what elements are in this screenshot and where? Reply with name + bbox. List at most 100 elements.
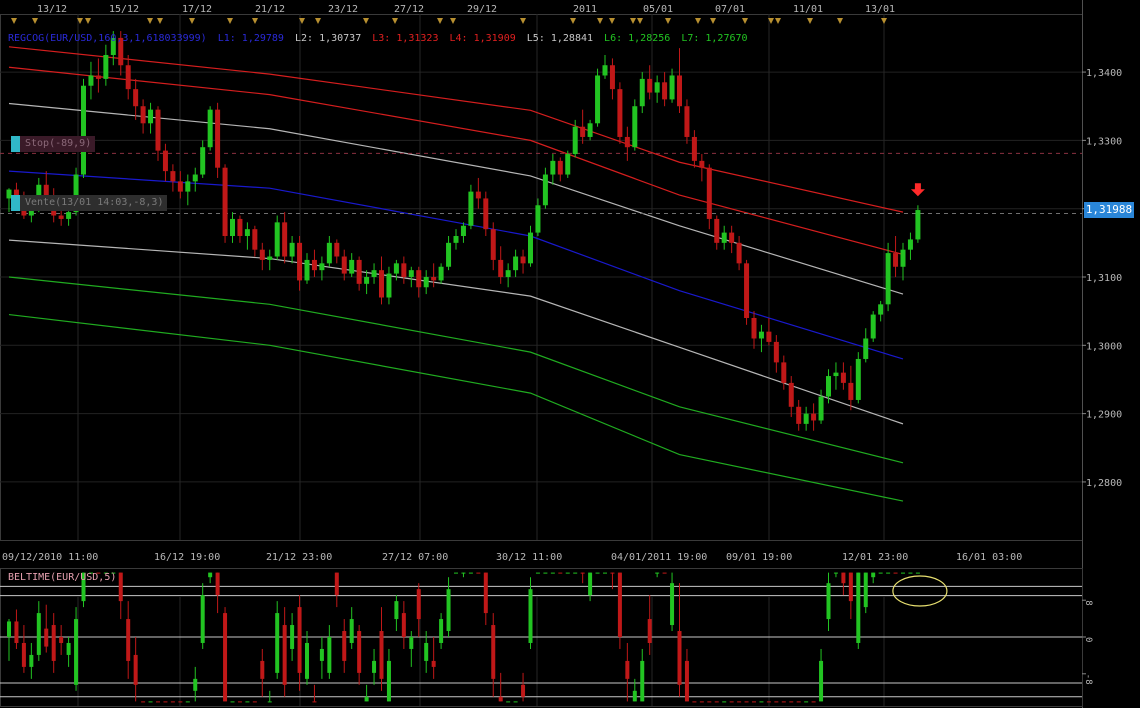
candle-bull bbox=[915, 210, 921, 240]
candle-bull bbox=[863, 338, 869, 359]
indicator-bar-bull bbox=[424, 642, 429, 661]
candle-bull bbox=[438, 266, 444, 281]
indicator-bar-bear bbox=[483, 572, 488, 614]
session-marker-icon bbox=[252, 18, 258, 24]
indicator-bar-bull bbox=[603, 572, 607, 574]
indicator-bar-bear bbox=[707, 701, 712, 703]
candle-bear bbox=[43, 184, 49, 196]
indicator-bar-bull bbox=[468, 572, 473, 574]
last-price-badge: 1,31988 bbox=[1084, 201, 1134, 218]
indicator-tick-label: -8 bbox=[1083, 674, 1093, 685]
indicator-bar-bull bbox=[66, 642, 71, 655]
indicator-bar-bull bbox=[267, 701, 272, 703]
indicator-bar-bear bbox=[118, 572, 123, 602]
candle-bear bbox=[699, 160, 705, 168]
candle-bull bbox=[513, 256, 519, 271]
indicator-bar-bear bbox=[811, 701, 816, 703]
candle-bear bbox=[684, 106, 690, 137]
indicator-bar-bear bbox=[223, 613, 228, 702]
candle-bear bbox=[133, 89, 139, 107]
candle-bear bbox=[490, 229, 496, 260]
candle-bull bbox=[833, 372, 839, 377]
candle-bull bbox=[878, 304, 884, 315]
candle-bear bbox=[140, 106, 146, 124]
candle-bull bbox=[565, 154, 571, 175]
indicator-bar-bull bbox=[863, 572, 868, 608]
indicator-bar-bear bbox=[379, 631, 384, 679]
session-marker-icon bbox=[227, 18, 233, 24]
candle-bear bbox=[125, 65, 131, 90]
indicator-title: BELTIME(EUR/USD,5) bbox=[8, 572, 117, 583]
candle-bull bbox=[826, 376, 831, 397]
candle-bear bbox=[691, 136, 697, 161]
indicator-bar-bear bbox=[491, 625, 496, 679]
top-axis-label: 05/01 bbox=[643, 4, 673, 15]
indicator-bar-bear bbox=[617, 572, 622, 637]
indicator-bar-bear bbox=[848, 572, 853, 602]
legend-l3: L3: 1,31323 bbox=[372, 33, 439, 44]
candle-bull bbox=[81, 85, 86, 175]
indicator-bar-bull bbox=[7, 621, 11, 637]
top-axis-label: 27/12 bbox=[394, 4, 424, 15]
indicator-bar-bull bbox=[245, 701, 250, 703]
candle-bull bbox=[326, 242, 332, 264]
candle-bull bbox=[446, 242, 452, 267]
indicator-bar-bear bbox=[498, 696, 503, 702]
indicator-bar-bear bbox=[357, 631, 362, 673]
indicator-bar-bear bbox=[141, 701, 146, 703]
candle-bull bbox=[88, 75, 94, 86]
indicator-bar-bear bbox=[737, 701, 742, 703]
candle-bull bbox=[289, 242, 295, 257]
candle-bull bbox=[386, 273, 392, 298]
indicator-bar-bear bbox=[163, 701, 168, 703]
indicator-bar-bull bbox=[915, 572, 920, 574]
candle-bear bbox=[662, 82, 668, 100]
candle-bear bbox=[617, 89, 623, 137]
indicator-bar-bear bbox=[252, 701, 257, 703]
candle-bull bbox=[453, 236, 459, 243]
session-marker-icon bbox=[710, 18, 716, 24]
indicator-bar-bear bbox=[580, 572, 585, 574]
chart-canvas[interactable]: 13/12 15/12 17/12 21/12 23/12 27/12 29/12 2011 0… bbox=[0, 0, 1140, 708]
candle-bull bbox=[408, 270, 414, 277]
indicator-bar-bear bbox=[647, 619, 652, 643]
sell-tag-marker bbox=[11, 195, 20, 211]
indicator-bar-bear bbox=[170, 701, 175, 703]
bottom-axis-label: 16/12 19:00 bbox=[154, 552, 220, 563]
candle-bull bbox=[349, 259, 355, 274]
indicator-bar-bull bbox=[36, 613, 41, 655]
candle-bear bbox=[736, 242, 742, 264]
indicator-bar-bear bbox=[684, 660, 689, 702]
session-marker-icon bbox=[11, 18, 17, 24]
indicator-bar-bull bbox=[506, 701, 511, 703]
session-marker-icon bbox=[437, 18, 443, 24]
session-marker-icon bbox=[32, 18, 38, 24]
top-axis-label: 17/12 bbox=[182, 4, 212, 15]
top-axis-label: 15/12 bbox=[109, 4, 139, 15]
indicator-bar-bear bbox=[476, 572, 481, 574]
indicator-bar-bear bbox=[51, 625, 56, 661]
highlight-ellipse bbox=[892, 575, 948, 607]
candle-bull bbox=[587, 123, 593, 137]
candle-bear bbox=[744, 263, 750, 318]
indicator-bar-bull bbox=[856, 572, 861, 643]
candle-bull bbox=[274, 222, 280, 257]
session-marker-icon bbox=[450, 18, 456, 24]
channel-legend: REGCOG(EUR/USD,160,3,1,618033999) L1: 1,… bbox=[8, 33, 753, 44]
candle-bull bbox=[639, 78, 645, 107]
stop-order-tag[interactable]: Stop(-89,9) bbox=[11, 136, 96, 152]
session-marker-icon bbox=[147, 18, 153, 24]
sell-order-tag[interactable]: Vente(13/01 14:03,-8,3) bbox=[11, 195, 168, 211]
session-marker-icon bbox=[742, 18, 748, 24]
indicator-bar-bull bbox=[193, 678, 198, 691]
indicator-bar-bull bbox=[454, 572, 458, 574]
legend-l1: L1: 1,29789 bbox=[217, 33, 284, 44]
candle-bull bbox=[207, 109, 213, 148]
candle-bull bbox=[371, 270, 377, 277]
candle-bear bbox=[259, 249, 265, 260]
indicator-bar-bull bbox=[372, 660, 377, 673]
candle-bull bbox=[907, 239, 913, 250]
candle-bear bbox=[766, 331, 772, 342]
candle-bull bbox=[319, 263, 325, 271]
candle-bull bbox=[632, 106, 638, 148]
